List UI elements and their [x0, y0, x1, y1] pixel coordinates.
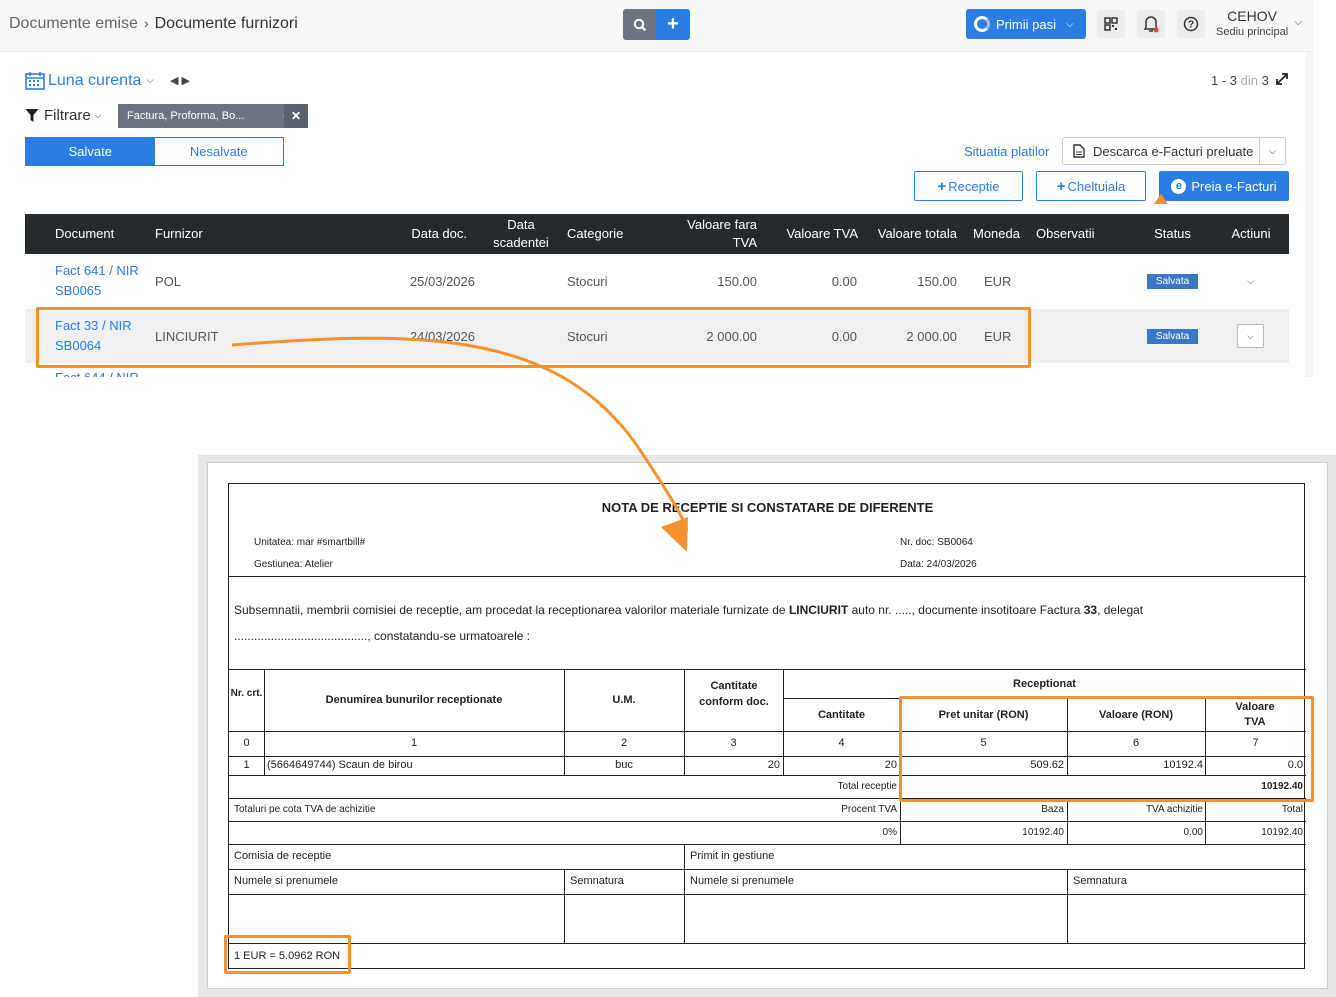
connector-arrow-icon: [231, 336, 689, 552]
